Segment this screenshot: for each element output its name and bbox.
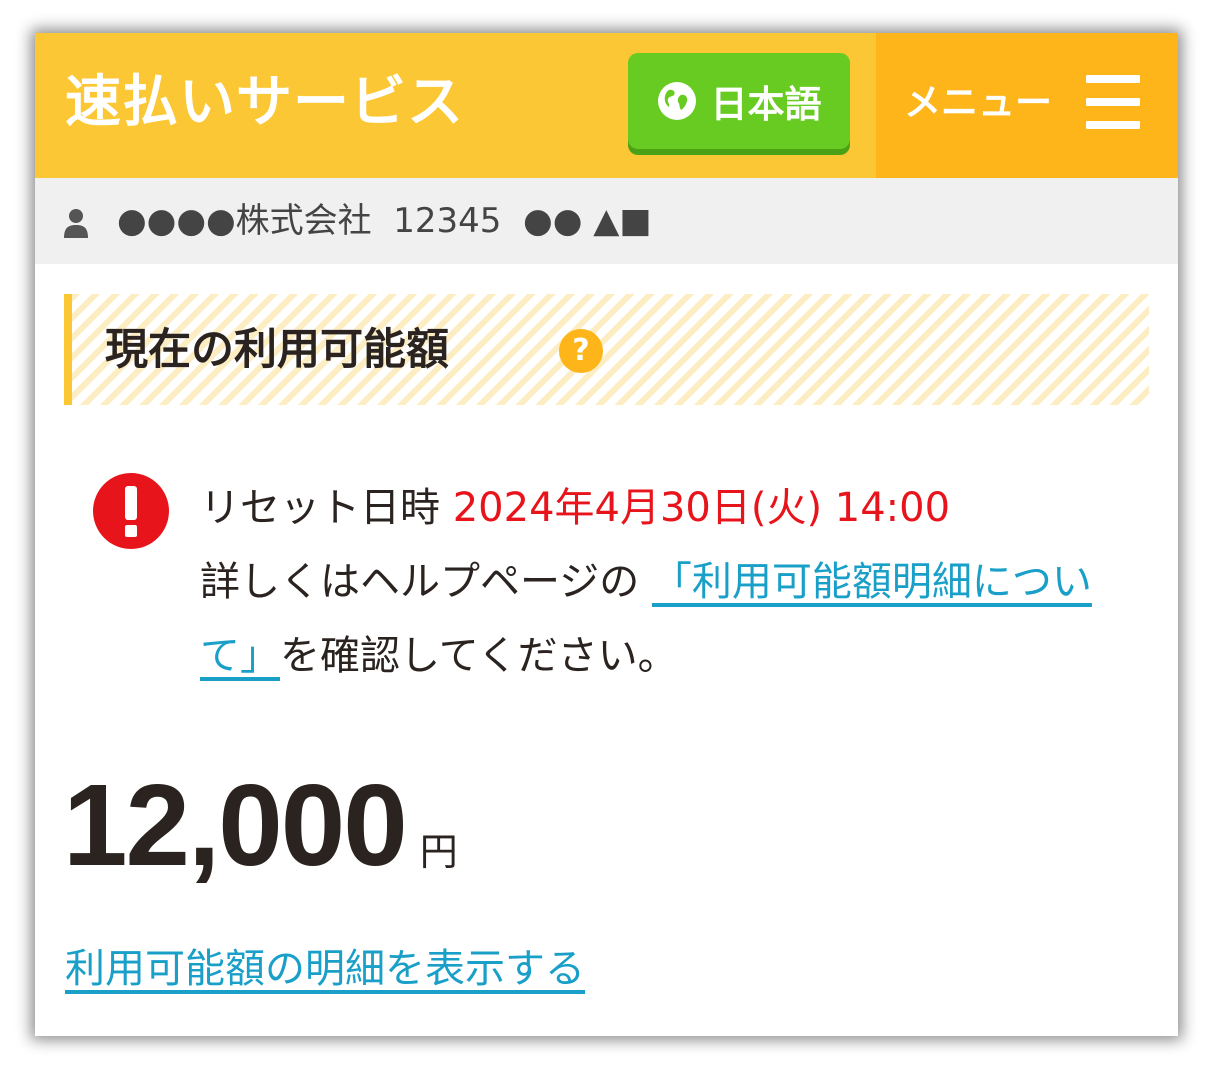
alert-icon bbox=[93, 473, 169, 549]
reset-notice: リセット日時 2024年4月30日(火) 14:00 詳しくはヘルプページの 「利… bbox=[200, 471, 1150, 693]
user-bar: ●●●●株式会社 12345 ●● ▲■ bbox=[35, 178, 1178, 264]
hamburger-icon bbox=[1086, 75, 1140, 129]
available-balance: 12,000 円 bbox=[63, 758, 458, 892]
detail-prefix: 詳しくはヘルプページの bbox=[200, 559, 652, 605]
user-info: ●●●●株式会社 12345 ●● ▲■ bbox=[117, 201, 652, 241]
help-icon[interactable]: ? bbox=[559, 329, 603, 373]
show-details-link[interactable]: 利用可能額の明細を表示する bbox=[65, 939, 585, 999]
detail-suffix: を確認してください。 bbox=[280, 633, 678, 679]
language-button[interactable]: 日本語 bbox=[628, 53, 850, 149]
balance-amount: 12,000 bbox=[63, 760, 408, 890]
menu-button[interactable]: メニュー bbox=[876, 33, 1178, 178]
section-title: 現在の利用可能額 bbox=[105, 325, 449, 375]
header: 速払いサービス 日本語 メニュー bbox=[35, 33, 1178, 178]
brand-title: 速払いサービス bbox=[65, 70, 464, 135]
reset-label: リセット日時 bbox=[200, 485, 453, 531]
menu-label: メニュー bbox=[904, 81, 1052, 124]
section-heading: 現在の利用可能額 ? bbox=[64, 294, 1149, 405]
reset-datetime: 2024年4月30日(火) 14:00 bbox=[452, 485, 951, 531]
app-frame: 速払いサービス 日本語 メニュー ●●●●株式会社 12345 ●● ▲■ 現在… bbox=[35, 33, 1178, 1036]
globe-icon bbox=[657, 82, 696, 120]
balance-unit: 円 bbox=[419, 830, 458, 874]
language-label: 日本語 bbox=[710, 83, 822, 126]
user-icon bbox=[64, 209, 88, 238]
